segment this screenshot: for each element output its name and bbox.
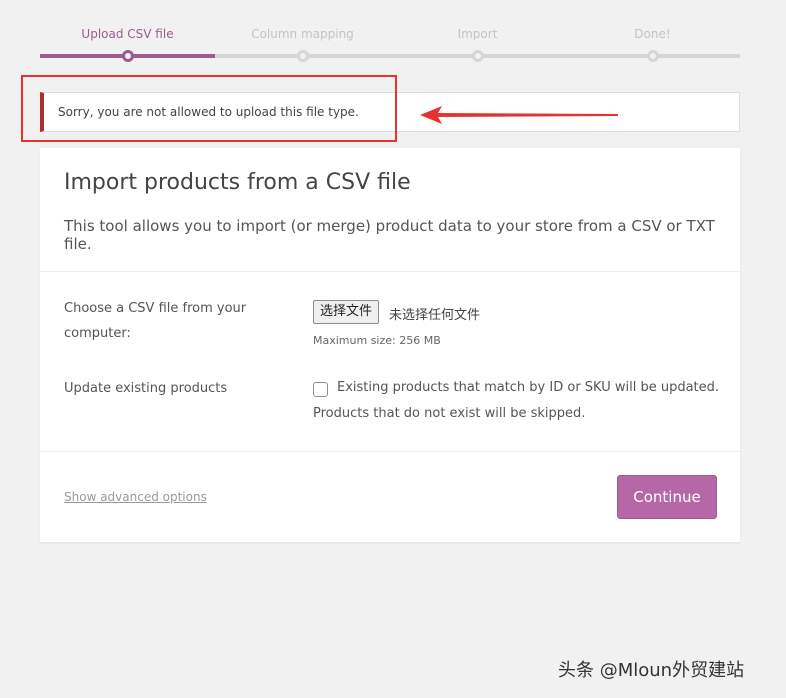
update-existing-checkbox[interactable] <box>313 382 328 397</box>
update-existing-description: Existing products that match by ID or SK… <box>337 380 720 395</box>
step-label: Done! <box>634 27 671 41</box>
step-upload-csv: Upload CSV file <box>40 24 215 44</box>
progress-steps: Upload CSV file Column mapping Import Do… <box>40 24 740 64</box>
annotation-arrow-icon <box>420 106 618 124</box>
continue-button[interactable]: Continue <box>617 475 717 519</box>
watermark-text: 头条 @Mloun外贸建站 <box>558 660 745 681</box>
step-dot-upload <box>122 50 134 62</box>
step-import: Import <box>390 24 565 44</box>
step-label: Upload CSV file <box>81 27 174 41</box>
step-dot-done <box>647 50 659 62</box>
annotation-highlight-box <box>21 75 397 142</box>
step-label: Import <box>457 27 498 41</box>
step-dot-mapping <box>297 50 309 62</box>
step-dot-import <box>472 50 484 62</box>
step-label: Column mapping <box>251 27 354 41</box>
update-skip-description: Products that do not exist will be skipp… <box>313 406 586 421</box>
step-column-mapping: Column mapping <box>215 24 390 44</box>
file-status-text: 未选择任何文件 <box>389 308 481 323</box>
step-done: Done! <box>565 24 740 44</box>
max-size-text: Maximum size: 256 MB <box>313 334 441 347</box>
choose-file-button[interactable]: 选择文件 <box>313 300 380 324</box>
form-controls-layer: 选择文件 未选择任何文件 Maximum size: 256 MB Existi… <box>40 148 740 542</box>
